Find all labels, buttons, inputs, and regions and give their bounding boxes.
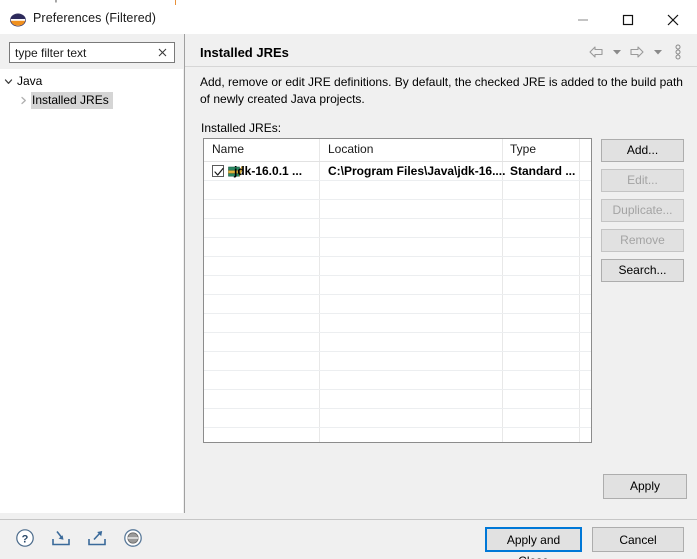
column-divider[interactable] bbox=[319, 139, 320, 161]
jre-actions: Add... Edit... Duplicate... Remove Searc… bbox=[601, 139, 684, 282]
table-row-empty[interactable] bbox=[204, 333, 591, 352]
dialog-body: type filter text Java Installed JREs Ins… bbox=[0, 34, 697, 519]
add-button[interactable]: Add... bbox=[601, 139, 684, 162]
column-header-type[interactable]: Type bbox=[510, 142, 536, 156]
dialog-footer: ? Apply and Cancel bbox=[0, 519, 697, 559]
table-row-empty[interactable] bbox=[204, 257, 591, 276]
table-row-empty[interactable] bbox=[204, 371, 591, 390]
tree-item-installed-jres[interactable]: Installed JREs bbox=[0, 91, 113, 110]
table-row-empty[interactable] bbox=[204, 219, 591, 238]
filter-placeholder-text: type filter text bbox=[15, 46, 87, 60]
table-header: Name Location Type bbox=[204, 139, 591, 162]
table-row-empty[interactable] bbox=[204, 390, 591, 409]
column-divider[interactable] bbox=[502, 139, 503, 161]
cancel-button[interactable]: Cancel bbox=[592, 527, 684, 552]
installed-jres-label: Installed JREs: bbox=[201, 121, 282, 135]
table-row[interactable]: jdk-16.0.1 ... C:\Program Files\Java\jdk… bbox=[204, 162, 591, 181]
remove-button[interactable]: Remove bbox=[601, 229, 684, 252]
apply-and-close-button[interactable]: Apply and Close bbox=[485, 527, 582, 559]
table-row-empty[interactable] bbox=[204, 181, 591, 200]
search-button[interactable]: Search... bbox=[601, 259, 684, 282]
preferences-tree-panel: type filter text Java Installed JREs bbox=[0, 34, 185, 513]
back-dropdown-chevron-down-icon[interactable] bbox=[610, 42, 623, 62]
column-header-location[interactable]: Location bbox=[328, 142, 373, 156]
column-divider[interactable] bbox=[579, 139, 580, 161]
apply-button[interactable]: Apply bbox=[603, 474, 687, 499]
forward-arrow-icon[interactable] bbox=[626, 42, 648, 62]
title-bar: Preferences (Filtered) bbox=[0, 5, 697, 35]
window-title: Preferences (Filtered) bbox=[33, 11, 157, 25]
tree-item-label-installed-jres: Installed JREs bbox=[31, 92, 113, 109]
footer-icon-bar: ? bbox=[13, 526, 145, 550]
table-row-empty[interactable] bbox=[204, 295, 591, 314]
preferences-tree[interactable]: Java Installed JREs bbox=[0, 69, 183, 513]
table-row-empty[interactable] bbox=[204, 409, 591, 428]
cell-name: jdk-16.0.1 ... bbox=[234, 164, 303, 178]
table-row-empty[interactable] bbox=[204, 200, 591, 219]
cell-type: Standard ... bbox=[510, 164, 576, 178]
page-navigation-toolbar bbox=[585, 42, 689, 62]
oomph-icon[interactable] bbox=[121, 526, 145, 550]
close-button[interactable] bbox=[652, 5, 697, 34]
help-icon[interactable]: ? bbox=[13, 526, 37, 550]
maximize-button[interactable] bbox=[607, 5, 652, 34]
table-row-empty[interactable] bbox=[204, 428, 591, 442]
table-row-empty[interactable] bbox=[204, 238, 591, 257]
page-title: Installed JREs bbox=[200, 45, 289, 60]
title-separator bbox=[185, 66, 697, 67]
table-row-empty[interactable] bbox=[204, 352, 591, 371]
cell-location: C:\Program Files\Java\jdk-16.... bbox=[328, 164, 506, 178]
edit-button[interactable]: Edit... bbox=[601, 169, 684, 192]
table-row-empty[interactable] bbox=[204, 276, 591, 295]
clear-icon[interactable] bbox=[156, 45, 169, 60]
view-menu-icon[interactable] bbox=[667, 42, 689, 62]
chevron-down-icon[interactable] bbox=[0, 72, 16, 91]
eclipse-icon bbox=[10, 12, 26, 28]
chevron-right-icon[interactable] bbox=[15, 91, 31, 110]
tree-item-label-java: Java bbox=[17, 74, 43, 88]
back-arrow-icon[interactable] bbox=[585, 42, 607, 62]
duplicate-button[interactable]: Duplicate... bbox=[601, 199, 684, 222]
export-icon[interactable] bbox=[85, 526, 109, 550]
installed-jres-table[interactable]: Name Location Type jdk-16.0.1 ... C:\Pro… bbox=[203, 138, 592, 443]
preference-page: Installed JREs Add, remove or edit JRE d… bbox=[185, 34, 697, 519]
search-input[interactable]: type filter text bbox=[9, 42, 175, 63]
tree-item-java[interactable]: Java bbox=[0, 72, 46, 91]
minimize-button[interactable] bbox=[562, 5, 607, 34]
jre-default-checkbox[interactable] bbox=[212, 165, 224, 177]
column-header-name[interactable]: Name bbox=[212, 142, 244, 156]
svg-text:?: ? bbox=[22, 533, 29, 545]
forward-dropdown-chevron-down-icon[interactable] bbox=[651, 42, 664, 62]
table-body: jdk-16.0.1 ... C:\Program Files\Java\jdk… bbox=[204, 162, 591, 442]
preferences-dialog: Java - Eclipse IDE Preferences (Filtered… bbox=[0, 0, 697, 559]
page-description: Add, remove or edit JRE definitions. By … bbox=[200, 75, 683, 106]
import-icon[interactable] bbox=[49, 526, 73, 550]
table-row-empty[interactable] bbox=[204, 314, 591, 333]
background-window-title: Java - Eclipse IDE bbox=[4, 0, 94, 3]
